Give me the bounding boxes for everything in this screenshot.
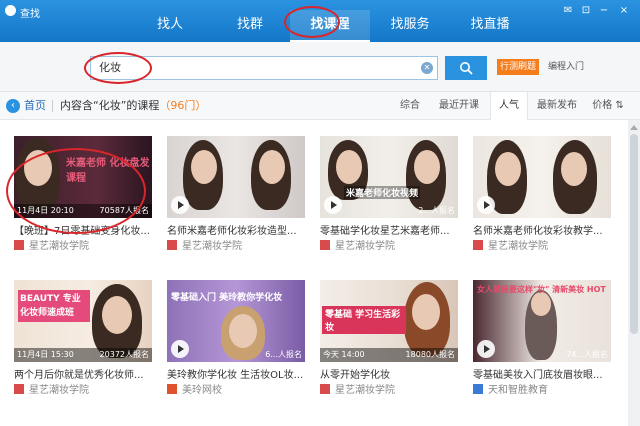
scrollbar-thumb[interactable]	[630, 134, 638, 334]
course-title[interactable]: 从零开始学化妆	[320, 366, 458, 381]
divider	[52, 100, 53, 112]
result-count: （96门）	[159, 99, 207, 112]
school-logo-icon	[14, 384, 24, 394]
course-title[interactable]: 零基础学化妆星艺米嘉老师...	[320, 222, 458, 237]
filter-bar: ‹ 首页 内容含“化妆”的课程（96门） 综合 最近开课 人气 最新发布 价格 …	[0, 92, 640, 120]
thumb-caption: 女人就是要这样"妆" 清新美妆 HOT	[477, 285, 606, 294]
school-name: 星艺潮妆学院	[335, 385, 395, 396]
tab-find-groups[interactable]: 找群	[210, 10, 290, 42]
course-school[interactable]: 星艺潮妆学院	[320, 384, 395, 397]
result-summary: 内容含“化妆”的课程（96门）	[60, 99, 206, 113]
sort-recent-start[interactable]: 最近开课	[434, 92, 484, 120]
thumb-info-bar: 11月4日 15:30 20372人报名	[14, 348, 152, 362]
enroll-count: 18080人报名	[405, 350, 455, 359]
course-school[interactable]: 星艺潮妆学院	[14, 240, 89, 253]
course-title[interactable]: 名师米嘉老师化妆彩妆造型...	[167, 222, 305, 237]
hot-keyword-chip[interactable]: 行测刷题	[497, 59, 540, 75]
sort-newest[interactable]: 最新发布	[532, 92, 582, 120]
school-logo-icon	[167, 384, 177, 394]
course-school[interactable]: 美玲网校	[167, 384, 222, 397]
school-logo-icon	[14, 240, 24, 250]
app-title: 查找	[20, 9, 40, 20]
search-button[interactable]	[445, 56, 487, 80]
sort-popularity[interactable]: 人气	[490, 92, 528, 120]
course-school[interactable]: 星艺潮妆学院	[14, 384, 89, 397]
school-name: 星艺潮妆学院	[29, 241, 89, 252]
course-title[interactable]: 美玲教你学化妆 生活妆OL妆...	[167, 366, 305, 381]
course-thumbnail[interactable]	[167, 136, 305, 218]
play-icon[interactable]	[171, 196, 189, 214]
school-logo-icon	[320, 384, 330, 394]
thumb-caption: 零基础入门 美玲教你学化妆	[171, 293, 283, 303]
course-thumbnail[interactable]: 零基础 学习生活彩妆 今天 14:00 18080人报名	[320, 280, 458, 362]
message-icon[interactable]: ✉	[562, 5, 574, 16]
course-date: 今天 14:00	[323, 350, 365, 359]
sort-comprehensive[interactable]: 综合	[392, 92, 428, 120]
thumb-caption: 米嘉老师化妆视频	[344, 186, 421, 199]
tab-find-services[interactable]: 找服务	[370, 10, 450, 42]
school-logo-icon	[473, 384, 483, 394]
enroll-count: 2...人报名	[418, 206, 455, 215]
tab-find-people[interactable]: 找人	[130, 10, 210, 42]
course-thumbnail[interactable]: 女人就是要这样"妆" 清新美妆 HOT 74...人报名	[473, 280, 611, 362]
enroll-count: 20372人报名	[99, 350, 149, 359]
course-thumbnail[interactable]: 米嘉老师化妆视频 2...人报名	[320, 136, 458, 218]
enroll-count: 6...人报名	[265, 350, 302, 359]
result-summary-text: 内容含“化妆”的课程	[60, 99, 160, 112]
thumb-info-bar: 2...人报名	[320, 204, 458, 218]
school-name: 星艺潮妆学院	[335, 241, 395, 252]
school-name: 星艺潮妆学院	[182, 241, 242, 252]
course-school[interactable]: 星艺潮妆学院	[320, 240, 395, 253]
course-thumbnail[interactable]: 零基础入门 美玲教你学化妆 6...人报名	[167, 280, 305, 362]
clear-search-icon[interactable]: ✕	[421, 62, 433, 74]
highlight-circle-search	[84, 52, 152, 84]
search-icon	[460, 62, 473, 75]
school-name: 星艺潮妆学院	[29, 385, 89, 396]
highlight-circle-course	[6, 148, 146, 234]
school-logo-icon	[167, 240, 177, 250]
course-school[interactable]: 星艺潮妆学院	[473, 240, 548, 253]
hot-keyword-link[interactable]: 编程入门	[548, 59, 584, 75]
tab-find-live[interactable]: 找直播	[450, 10, 530, 42]
enroll-count: 74...人报名	[566, 350, 608, 359]
home-link[interactable]: 首页	[24, 99, 46, 113]
highlight-circle-tab	[284, 6, 340, 38]
play-icon[interactable]	[477, 196, 495, 214]
course-thumbnail[interactable]: BEAUTY 专业化妆师速成班 11月4日 15:30 20372人报名	[14, 280, 152, 362]
thumb-info-bar: 今天 14:00 18080人报名	[320, 348, 458, 362]
qq-penguin-icon	[5, 5, 16, 16]
course-title[interactable]: 零基础美妆入门底妆眉妆眼...	[473, 366, 611, 381]
scroll-up-icon[interactable]	[630, 122, 638, 130]
sort-price[interactable]: 价格 ⇅	[588, 92, 628, 120]
course-school[interactable]: 星艺潮妆学院	[167, 240, 242, 253]
school-logo-icon	[320, 240, 330, 250]
close-icon[interactable]: ×	[618, 5, 630, 16]
pin-icon[interactable]: ⊡	[580, 5, 592, 16]
course-title[interactable]: 两个月后你就是优秀化妆师...	[14, 366, 152, 381]
school-logo-icon	[473, 240, 483, 250]
course-date: 11月4日 15:30	[17, 350, 74, 359]
thumb-caption: BEAUTY 专业化妆师速成班	[18, 290, 90, 322]
back-icon[interactable]: ‹	[6, 99, 20, 113]
minimize-icon[interactable]: −	[598, 5, 610, 16]
school-name: 美玲网校	[182, 385, 222, 396]
course-school[interactable]: 天和智胜教育	[473, 384, 548, 397]
school-name: 天和智胜教育	[488, 385, 548, 396]
thumb-info-bar: 6...人报名	[167, 348, 305, 362]
thumb-info-bar: 74...人报名	[473, 348, 611, 362]
school-name: 星艺潮妆学院	[488, 241, 548, 252]
course-title[interactable]: 名师米嘉老师化妆彩妆教学...	[473, 222, 611, 237]
thumb-caption: 零基础 学习生活彩妆	[322, 306, 406, 334]
course-thumbnail[interactable]	[473, 136, 611, 218]
